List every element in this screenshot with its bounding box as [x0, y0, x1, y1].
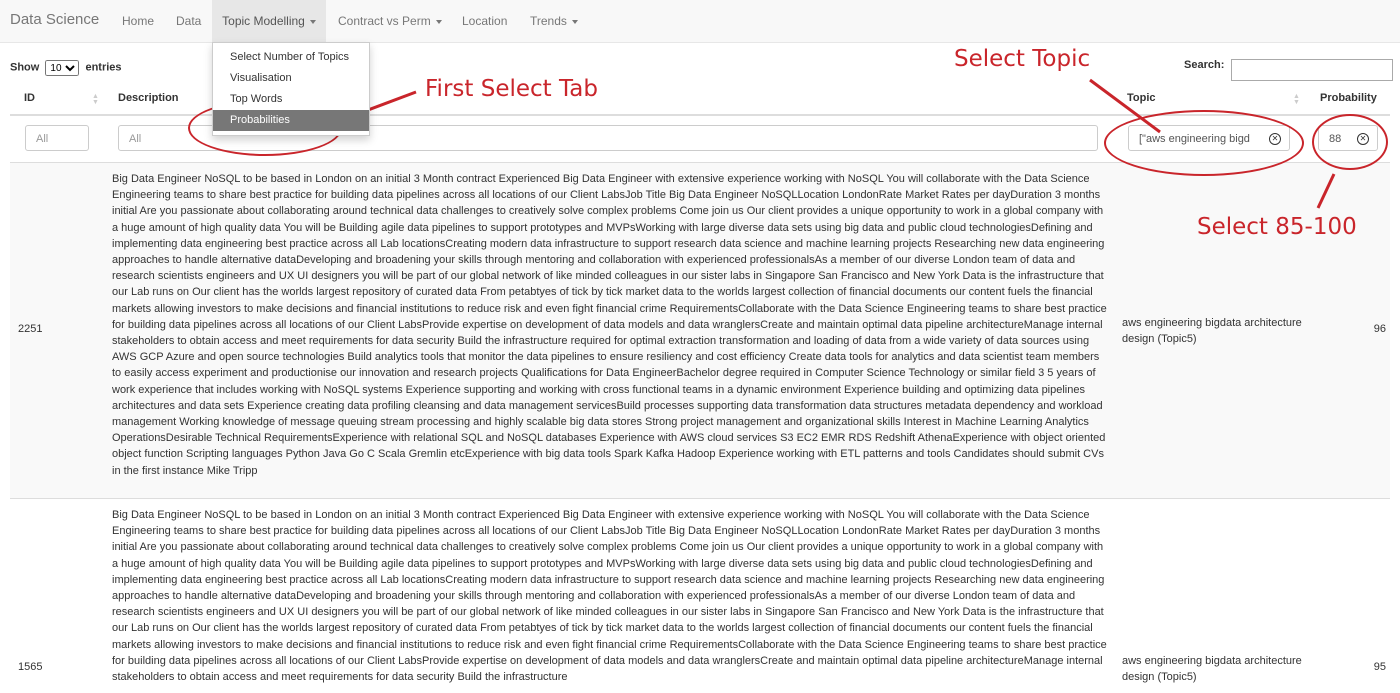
nav-contract-label: Contract vs Perm [338, 14, 431, 28]
topic-modelling-dropdown: Select Number of Topics Visualisation To… [212, 42, 370, 136]
search-input[interactable] [1231, 59, 1393, 81]
cell-probability: 96 [1373, 323, 1386, 335]
header-probability[interactable]: Probability [1320, 92, 1377, 104]
cell-id: 1565 [18, 661, 43, 673]
menu-top-words[interactable]: Top Words [213, 89, 369, 110]
cell-probability: 95 [1373, 661, 1386, 673]
annotation-select-topic: Select Topic [954, 46, 1091, 72]
nav-topic-modelling[interactable]: Topic Modelling [212, 0, 326, 42]
annotation-ellipse [1312, 114, 1388, 170]
brand[interactable]: Data Science [10, 11, 99, 28]
caret-down-icon [309, 19, 316, 24]
id-filter[interactable]: All [25, 125, 89, 151]
header-topic[interactable]: Topic [1127, 92, 1156, 104]
nav-trends-label: Trends [530, 14, 567, 28]
show-label: Show [10, 61, 40, 74]
caret-down-icon [571, 19, 578, 24]
sort-icon[interactable]: ▲ ▼ [92, 93, 99, 106]
sort-icon[interactable]: ▲ ▼ [1293, 93, 1300, 106]
menu-select-number-of-topics[interactable]: Select Number of Topics [213, 47, 369, 68]
cell-description: Big Data Engineer NoSQL to be based in L… [112, 509, 1107, 684]
search-control: Search: [1184, 59, 1393, 81]
menu-probabilities[interactable]: Probabilities [213, 110, 369, 131]
menu-visualisation[interactable]: Visualisation [213, 68, 369, 89]
nav-home[interactable]: Home [112, 0, 164, 42]
entries-select[interactable]: 10 [45, 60, 80, 76]
nav-data[interactable]: Data [166, 0, 211, 42]
header-description[interactable]: Description [118, 92, 179, 104]
nav-topic-modelling-label: Topic Modelling [222, 14, 305, 28]
cell-topic: aws engineering bigdata architecture des… [1122, 655, 1302, 683]
caret-down-icon [435, 19, 442, 24]
nav-location[interactable]: Location [452, 0, 517, 42]
cell-id: 2251 [18, 323, 43, 335]
show-entries-control: Show 10 entries [10, 60, 122, 76]
nav-contract-vs-perm[interactable]: Contract vs Perm [328, 0, 452, 42]
navbar: Data Science Home Data Topic Modelling C… [0, 0, 1400, 43]
table-row: 1565 Big Data Engineer NoSQL to be based… [10, 498, 1390, 693]
cell-topic: aws engineering bigdata architecture des… [1122, 317, 1302, 345]
entries-label: entries [85, 61, 122, 74]
annotation-select-range: Select 85-100 [1197, 214, 1357, 240]
annotation-first-select: First Select Tab [425, 76, 598, 102]
search-label: Search: [1184, 59, 1225, 71]
header-id[interactable]: ID [24, 92, 35, 104]
nav-trends[interactable]: Trends [520, 0, 588, 42]
annotation-ellipse [1104, 110, 1304, 176]
cell-description: Big Data Engineer NoSQL to be based in L… [112, 173, 1107, 477]
table-row: 2251 Big Data Engineer NoSQL to be based… [10, 162, 1390, 499]
